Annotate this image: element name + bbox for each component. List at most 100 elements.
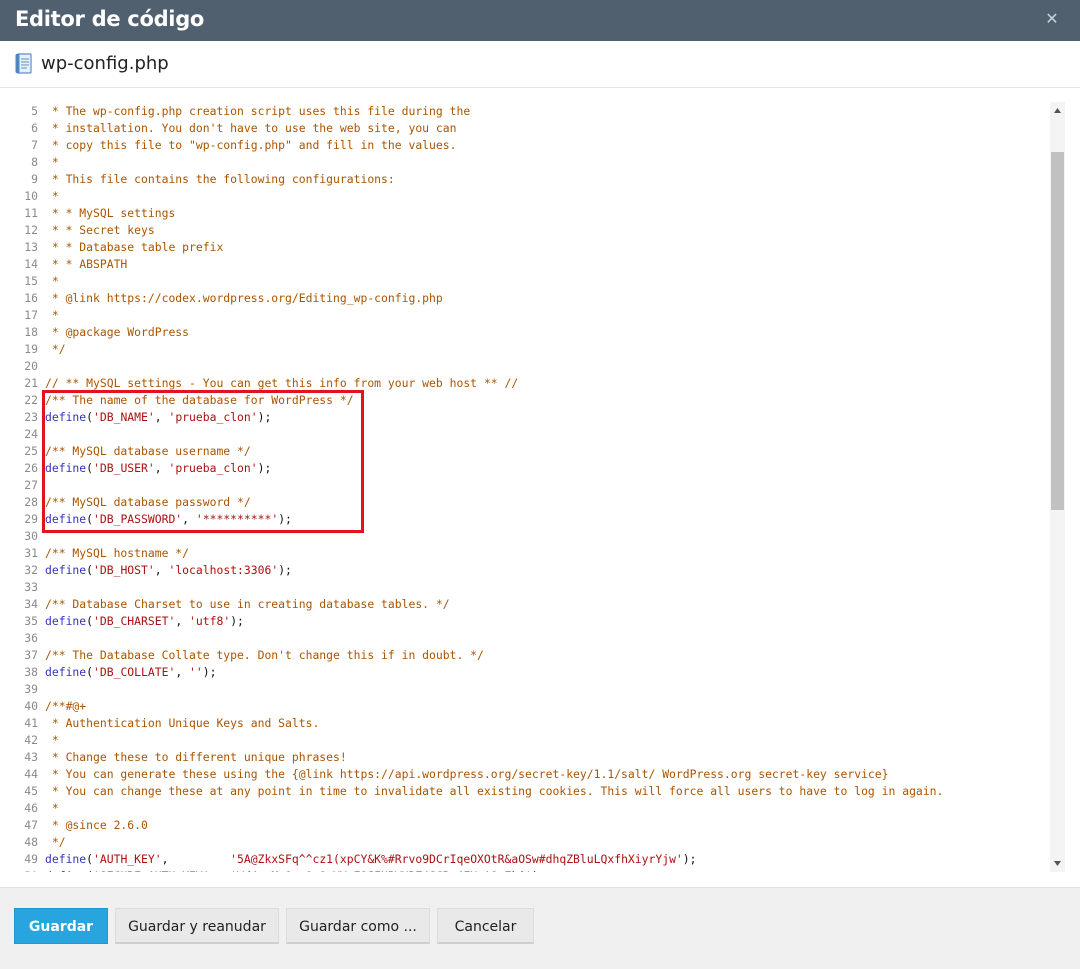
save-as-button[interactable]: Guardar como ...	[286, 908, 430, 944]
line-content[interactable]: *	[45, 307, 59, 324]
code-line[interactable]: 20	[15, 358, 1049, 375]
line-content[interactable]: define('DB_PASSWORD', '**********');	[45, 511, 292, 528]
code-line[interactable]: 38 define('DB_COLLATE', '');	[15, 664, 1049, 681]
code-line[interactable]: 26 define('DB_USER', 'prueba_clon');	[15, 460, 1049, 477]
line-content[interactable]: define('DB_COLLATE', '');	[45, 664, 216, 681]
code-line[interactable]: 13 * * Database table prefix	[15, 239, 1049, 256]
code-line[interactable]: 46 *	[15, 800, 1049, 817]
code-token: (	[86, 852, 94, 866]
line-content[interactable]: define('DB_HOST', 'localhost:3306');	[45, 562, 292, 579]
line-content[interactable]: *	[45, 732, 59, 749]
code-line[interactable]: 16 * @link https://codex.wordpress.org/E…	[15, 290, 1049, 307]
code-lines[interactable]: 5 * The wp-config.php creation script us…	[15, 103, 1049, 872]
line-content[interactable]: *	[45, 154, 59, 171]
code-line[interactable]: 33	[15, 579, 1049, 596]
code-line[interactable]: 21 // ** MySQL settings - You can get thi…	[15, 375, 1049, 392]
code-editor[interactable]: 5 * The wp-config.php creation script us…	[15, 102, 1065, 872]
code-line[interactable]: 7 * copy this file to "wp-config.php" an…	[15, 137, 1049, 154]
line-content[interactable]: *	[45, 800, 59, 817]
code-line[interactable]: 39	[15, 681, 1049, 698]
code-line[interactable]: 11 * * MySQL settings	[15, 205, 1049, 222]
code-line[interactable]: 31 /** MySQL hostname */	[15, 545, 1049, 562]
code-line[interactable]: 5 * The wp-config.php creation script us…	[15, 103, 1049, 120]
code-line[interactable]: 28 /** MySQL database password */	[15, 494, 1049, 511]
save-and-resume-button[interactable]: Guardar y reanudar	[115, 908, 279, 944]
code-line[interactable]: 12 * * Secret keys	[15, 222, 1049, 239]
code-line[interactable]: 47 * @since 2.6.0	[15, 817, 1049, 834]
editor-scrollbar[interactable]	[1050, 102, 1065, 872]
code-line[interactable]: 17 *	[15, 307, 1049, 324]
line-content[interactable]: * * ABSPATH	[45, 256, 127, 273]
code-line[interactable]: 8 *	[15, 154, 1049, 171]
line-content[interactable]: define('DB_NAME', 'prueba_clon');	[45, 409, 271, 426]
code-line[interactable]: 9 * This file contains the following con…	[15, 171, 1049, 188]
line-content[interactable]: * You can generate these using the {@lin…	[45, 766, 889, 783]
line-content[interactable]: * * MySQL settings	[45, 205, 175, 222]
line-content[interactable]: /** The name of the database for WordPre…	[45, 392, 354, 409]
line-content[interactable]: /** MySQL database username */	[45, 443, 251, 460]
code-line[interactable]: 14 * * ABSPATH	[15, 256, 1049, 273]
line-number: 47	[24, 818, 38, 832]
scrollbar-thumb[interactable]	[1051, 152, 1064, 510]
code-line[interactable]: 32 define('DB_HOST', 'localhost:3306');	[15, 562, 1049, 579]
line-content[interactable]: * installation. You don't have to use th…	[45, 120, 457, 137]
line-content[interactable]: define('DB_CHARSET', 'utf8');	[45, 613, 244, 630]
line-content[interactable]: * You can change these at any point in t…	[45, 783, 944, 800]
code-line[interactable]: 23 define('DB_NAME', 'prueba_clon');	[15, 409, 1049, 426]
code-line[interactable]: 40 /**#@+	[15, 698, 1049, 715]
line-content[interactable]: *	[45, 273, 59, 290]
line-content[interactable]: * * Database table prefix	[45, 239, 223, 256]
line-content[interactable]: * copy this file to "wp-config.php" and …	[45, 137, 457, 154]
code-line[interactable]: 48 */	[15, 834, 1049, 851]
code-token: */	[45, 835, 66, 849]
line-content[interactable]: * This file contains the following confi…	[45, 171, 395, 188]
code-line[interactable]: 50 define('SECURE_AUTH_KEY', 'Wd4rwMoQsmQ…	[15, 868, 1049, 872]
code-line[interactable]: 35 define('DB_CHARSET', 'utf8');	[15, 613, 1049, 630]
line-content[interactable]: * The wp-config.php creation script uses…	[45, 103, 470, 120]
line-content[interactable]: * @link https://codex.wordpress.org/Edit…	[45, 290, 443, 307]
code-line[interactable]: 42 *	[15, 732, 1049, 749]
scroll-up-arrow-icon[interactable]	[1050, 102, 1065, 119]
line-content[interactable]: // ** MySQL settings - You can get this …	[45, 375, 518, 392]
code-line[interactable]: 44 * You can generate these using the {@…	[15, 766, 1049, 783]
save-button[interactable]: Guardar	[14, 908, 108, 944]
code-line[interactable]: 37 /** The Database Collate type. Don't c…	[15, 647, 1049, 664]
code-line[interactable]: 19 */	[15, 341, 1049, 358]
line-content[interactable]: define('AUTH_KEY', '5A@ZkxSFq^^cz1(xpCY&…	[45, 851, 697, 868]
line-content[interactable]: define('SECURE_AUTH_KEY', 'Wd4rwMoQsmQs&…	[45, 868, 546, 872]
code-line[interactable]: 30	[15, 528, 1049, 545]
code-line[interactable]: 45 * You can change these at any point i…	[15, 783, 1049, 800]
code-line[interactable]: 41 * Authentication Unique Keys and Salt…	[15, 715, 1049, 732]
line-content[interactable]: */	[45, 834, 66, 851]
line-content[interactable]: define('DB_USER', 'prueba_clon');	[45, 460, 271, 477]
cancel-button[interactable]: Cancelar	[437, 908, 534, 944]
close-icon[interactable]: ✕	[1044, 11, 1060, 27]
code-line[interactable]: 18 * @package WordPress	[15, 324, 1049, 341]
code-line[interactable]: 10 *	[15, 188, 1049, 205]
code-line[interactable]: 29 define('DB_PASSWORD', '**********');	[15, 511, 1049, 528]
line-content[interactable]: * Change these to different unique phras…	[45, 749, 347, 766]
line-content[interactable]: * @since 2.6.0	[45, 817, 148, 834]
line-content[interactable]: * * Secret keys	[45, 222, 155, 239]
line-content[interactable]: /** MySQL hostname */	[45, 545, 189, 562]
scroll-down-arrow-icon[interactable]	[1050, 855, 1065, 872]
code-line[interactable]: 24	[15, 426, 1049, 443]
line-content[interactable]: */	[45, 341, 66, 358]
code-line[interactable]: 49 define('AUTH_KEY', '5A@ZkxSFq^^cz1(xpC…	[15, 851, 1049, 868]
code-line[interactable]: 22 /** The name of the database for WordP…	[15, 392, 1049, 409]
code-line[interactable]: 25 /** MySQL database username */	[15, 443, 1049, 460]
code-line[interactable]: 15 *	[15, 273, 1049, 290]
line-content[interactable]: * @package WordPress	[45, 324, 189, 341]
code-line[interactable]: 43 * Change these to different unique ph…	[15, 749, 1049, 766]
line-content[interactable]: /** The Database Collate type. Don't cha…	[45, 647, 484, 664]
code-line[interactable]: 36	[15, 630, 1049, 647]
code-line[interactable]: 6 * installation. You don't have to use …	[15, 120, 1049, 137]
line-content[interactable]: /**#@+	[45, 698, 86, 715]
line-content[interactable]: *	[45, 188, 59, 205]
code-line[interactable]: 27	[15, 477, 1049, 494]
code-line[interactable]: 34 /** Database Charset to use in creatin…	[15, 596, 1049, 613]
line-content[interactable]: /** Database Charset to use in creating …	[45, 596, 450, 613]
line-content[interactable]: * Authentication Unique Keys and Salts.	[45, 715, 319, 732]
code-token: );	[257, 410, 272, 424]
line-content[interactable]: /** MySQL database password */	[45, 494, 251, 511]
